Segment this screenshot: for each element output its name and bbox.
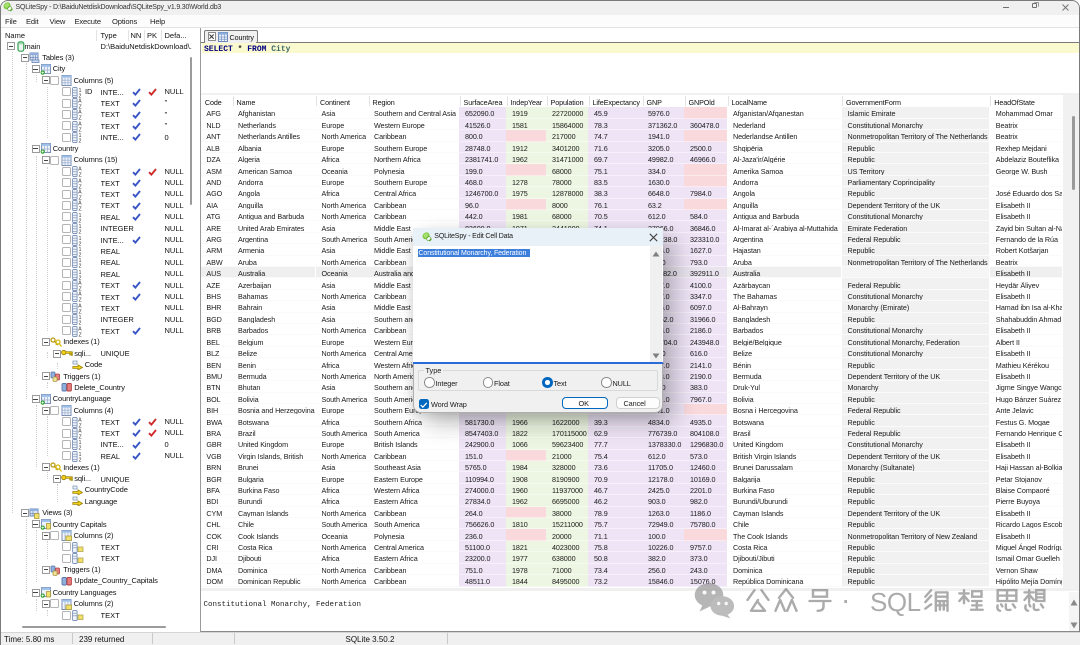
svg-text:Z: Z — [79, 332, 82, 337]
svg-text:2: 2 — [79, 138, 82, 143]
svg-text:Z: Z — [79, 184, 82, 189]
svg-text:2: 2 — [79, 93, 82, 98]
svg-text:2: 2 — [79, 264, 82, 269]
svg-text:Z: Z — [79, 116, 82, 121]
svg-text:Z: Z — [79, 207, 82, 212]
svg-text:Z: Z — [79, 423, 82, 428]
svg-text:Z: Z — [79, 104, 82, 109]
svg-text:2: 2 — [79, 457, 82, 462]
svg-text:Z: Z — [79, 434, 82, 439]
svg-text:2: 2 — [79, 218, 82, 223]
svg-text:Z: Z — [79, 173, 82, 178]
svg-text:Z: Z — [79, 195, 82, 200]
svg-text:Z: Z — [79, 286, 82, 291]
svg-text:2: 2 — [79, 230, 82, 235]
svg-text:2: 2 — [79, 252, 82, 257]
svg-text:2: 2 — [79, 321, 82, 326]
svg-text:2: 2 — [79, 275, 82, 280]
svg-text:Z: Z — [79, 127, 82, 132]
svg-text:2: 2 — [79, 241, 82, 246]
svg-text:2: 2 — [79, 446, 82, 451]
svg-text:Z: Z — [79, 298, 82, 303]
svg-text:Z: Z — [79, 309, 82, 314]
